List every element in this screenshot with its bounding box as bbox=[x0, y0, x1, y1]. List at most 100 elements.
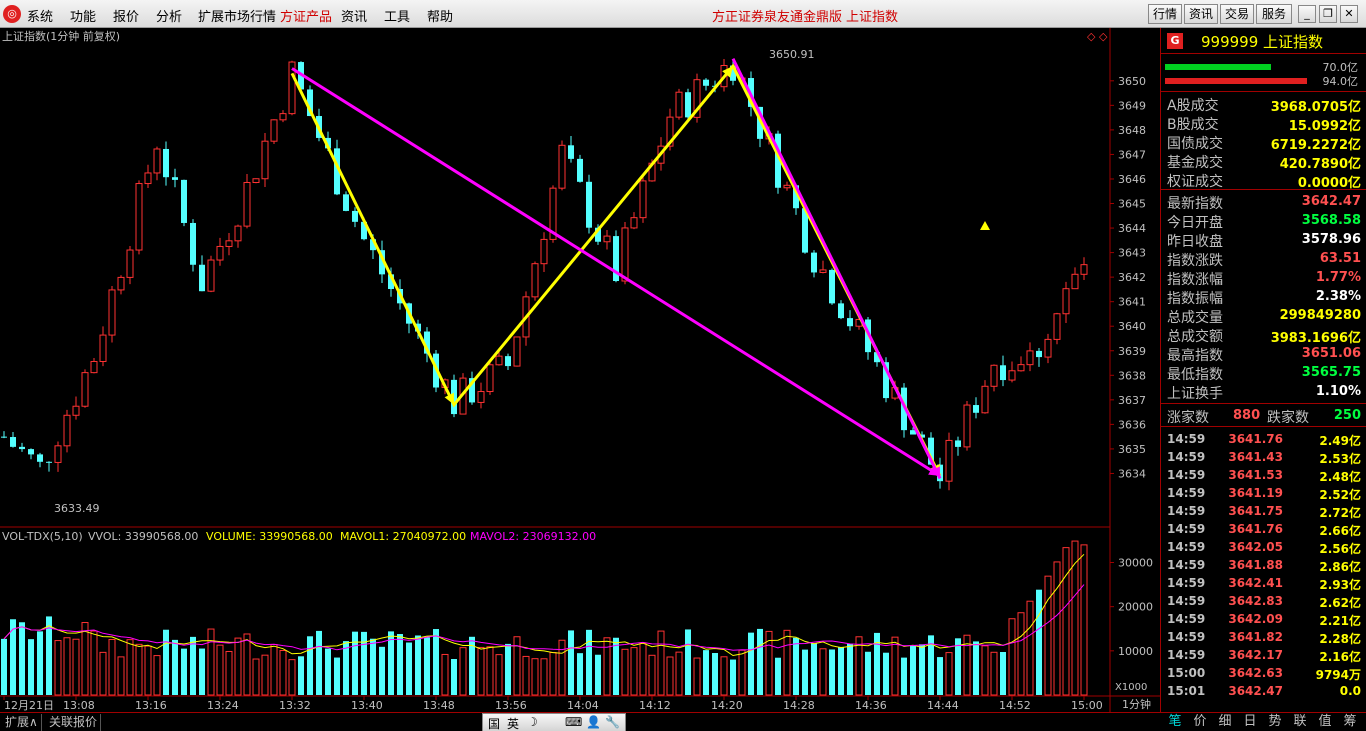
candle-body-up bbox=[1080, 264, 1088, 275]
chart-expand-icon[interactable]: ◇ bbox=[1099, 30, 1108, 43]
stat-value: 3642.47 bbox=[1301, 194, 1361, 209]
vol-bar-up bbox=[288, 659, 296, 696]
tick-vol: 2.21亿 bbox=[1319, 614, 1361, 628]
vol-indicator-name[interactable]: VOL-TDX(5,10) bbox=[2, 530, 83, 543]
tick-row: 14:59 3641.53 2.48亿 bbox=[1161, 466, 1366, 484]
candle-body-down bbox=[685, 92, 691, 118]
time-label: 12月21日 bbox=[4, 699, 54, 712]
tab-related-quote[interactable]: 关联报价 bbox=[46, 714, 102, 731]
candle-body-up bbox=[1017, 364, 1025, 372]
panel-tab[interactable]: 势 bbox=[1264, 714, 1286, 731]
btn-market[interactable]: 行情 bbox=[1148, 4, 1182, 24]
menu-quote[interactable]: 报价 bbox=[113, 6, 139, 25]
menu-function[interactable]: 功能 bbox=[70, 6, 96, 25]
ime-cn-icon[interactable]: 国 bbox=[488, 715, 500, 731]
magenta-trend-line bbox=[731, 58, 942, 480]
menu-news[interactable]: 资讯 bbox=[341, 6, 367, 25]
tick-time: 14:59 bbox=[1167, 648, 1206, 662]
low-label: 3633.49 bbox=[54, 502, 100, 515]
panel-tab[interactable]: 笔 bbox=[1164, 714, 1186, 731]
tick-price: 3642.17 bbox=[1228, 648, 1283, 662]
restore-icon[interactable]: ❐ bbox=[1319, 5, 1337, 23]
buy-volume-bar bbox=[1165, 64, 1271, 70]
tick-price: 3642.63 bbox=[1228, 666, 1283, 680]
vol-bar-down bbox=[37, 631, 43, 695]
ime-user-icon[interactable]: 👤 bbox=[586, 715, 601, 729]
sell-volume-value: 94.0亿 bbox=[1322, 75, 1359, 88]
tick-vol: 2.53亿 bbox=[1319, 452, 1361, 466]
btn-service[interactable]: 服务 bbox=[1256, 4, 1292, 24]
candle-body-down bbox=[505, 356, 511, 367]
btn-trade[interactable]: 交易 bbox=[1220, 4, 1254, 24]
vol-bar-down bbox=[712, 653, 718, 695]
panel-tab[interactable]: 联 bbox=[1289, 714, 1311, 731]
close-icon[interactable]: ✕ bbox=[1340, 5, 1358, 23]
tick-vol: 2.66亿 bbox=[1319, 524, 1361, 538]
menu-tools[interactable]: 工具 bbox=[384, 6, 410, 25]
stat-row: 基金成交 420.7890亿 bbox=[1161, 151, 1366, 172]
btn-news[interactable]: 资讯 bbox=[1184, 4, 1218, 24]
menu-products[interactable]: 方证产品 bbox=[280, 6, 332, 25]
minimize-icon[interactable]: _ bbox=[1298, 5, 1316, 23]
candle-body-up bbox=[1044, 338, 1052, 358]
price-tick-label: 3638 bbox=[1118, 369, 1146, 382]
ime-keyboard-icon[interactable]: ⌨ bbox=[565, 715, 582, 729]
kline-chart[interactable]: 上证指数(1分钟 前复权) ◇ ◇ 3650.91 3633.49 VOL-TD… bbox=[0, 28, 1160, 712]
vol-bar-down bbox=[865, 651, 871, 695]
vol-bar-up bbox=[234, 637, 242, 696]
period-label[interactable]: 1分钟 bbox=[1122, 697, 1151, 711]
security-code-name[interactable]: 999999 上证指数 bbox=[1201, 31, 1323, 52]
vol-bar-down bbox=[811, 643, 817, 695]
menu-help[interactable]: 帮助 bbox=[427, 6, 453, 25]
candle-body-up bbox=[81, 372, 89, 407]
vol-bar-up bbox=[252, 658, 260, 696]
candle-body-up bbox=[639, 180, 647, 219]
stat-row: 国债成交 6719.2272亿 bbox=[1161, 132, 1366, 153]
ime-tool-icon[interactable]: 🔧 bbox=[605, 715, 620, 729]
tick-price: 3642.05 bbox=[1228, 540, 1283, 554]
price-tick-label: 3645 bbox=[1118, 198, 1146, 211]
tick-time: 14:59 bbox=[1167, 486, 1206, 500]
stat-row: 指数涨跌 63.51 bbox=[1161, 249, 1366, 269]
price-tick-label: 3648 bbox=[1118, 124, 1146, 137]
high-label: 3650.91 bbox=[769, 48, 815, 61]
stat-label: 昨日收盘 bbox=[1167, 234, 1223, 250]
vol-bar-up bbox=[738, 649, 746, 696]
chart-diamond-icon[interactable]: ◇ bbox=[1087, 30, 1096, 43]
tick-row: 14:59 3642.17 2.16亿 bbox=[1161, 646, 1366, 664]
tick-row: 14:59 3641.43 2.53亿 bbox=[1161, 448, 1366, 466]
tick-price: 3642.09 bbox=[1228, 612, 1283, 626]
ime-moon-icon[interactable]: ☽ bbox=[527, 715, 538, 729]
panel-tab[interactable]: 日 bbox=[1239, 714, 1261, 731]
vol-bar-up bbox=[1053, 561, 1061, 696]
tick-time: 14:59 bbox=[1167, 432, 1206, 446]
tick-price: 3642.47 bbox=[1228, 684, 1283, 698]
panel-tab[interactable]: 价 bbox=[1189, 714, 1211, 731]
tick-vol: 2.49亿 bbox=[1319, 434, 1361, 448]
candle-body-up bbox=[216, 245, 224, 261]
candle-body-up bbox=[486, 364, 494, 393]
panel-tab[interactable]: 值 bbox=[1314, 714, 1336, 731]
time-label: 14:20 bbox=[711, 699, 743, 712]
vol-bar-down bbox=[838, 646, 844, 695]
panel-tab[interactable]: 细 bbox=[1214, 714, 1236, 731]
advance-count: 880 bbox=[1233, 408, 1261, 423]
vol-bar-up bbox=[990, 651, 998, 696]
vol-bar-down bbox=[577, 653, 583, 695]
tick-price: 3641.75 bbox=[1228, 504, 1283, 518]
candle-body-up bbox=[1026, 350, 1034, 366]
candle-body-down bbox=[28, 449, 34, 455]
vol-bar-down bbox=[1036, 589, 1042, 695]
app-logo-icon[interactable]: ◎ bbox=[3, 5, 21, 23]
time-label: 14:28 bbox=[783, 699, 815, 712]
vol-bar-down bbox=[730, 659, 736, 695]
panel-tab[interactable]: 筹 bbox=[1339, 714, 1361, 731]
tick-row: 15:00 3642.63 9794万 bbox=[1161, 664, 1366, 682]
vol-bar-down bbox=[370, 638, 376, 695]
ime-en-icon[interactable]: 英 bbox=[507, 715, 519, 731]
menu-analysis[interactable]: 分析 bbox=[156, 6, 182, 25]
menu-ext-market[interactable]: 扩展市场行情 bbox=[198, 6, 276, 25]
menu-system[interactable]: 系统 bbox=[27, 6, 53, 25]
price-tick-label: 3639 bbox=[1118, 345, 1146, 358]
tab-extend[interactable]: 扩展∧ bbox=[2, 714, 42, 731]
